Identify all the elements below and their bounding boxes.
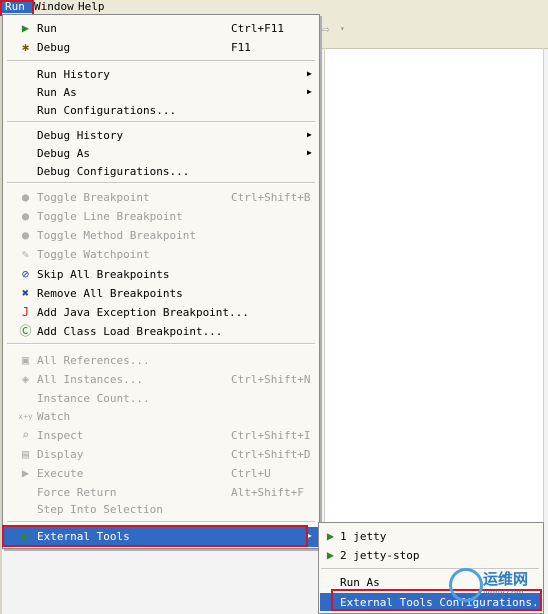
menu-item-toggle-method-breakpoint[interactable]: ● Toggle Method Breakpoint	[4, 226, 318, 245]
menu-item-run-history[interactable]: Run History ▶	[4, 65, 318, 84]
debug-bug-icon: ✱	[21, 40, 30, 54]
class-load-icon: Ⓒ	[19, 324, 32, 338]
external-tool-icon: ▶	[326, 548, 335, 562]
separator	[7, 182, 315, 184]
menu-item-add-class-load-breakpoint[interactable]: Ⓒ Add Class Load Breakpoint...	[4, 322, 318, 341]
menu-item-debug-configurations[interactable]: Debug Configurations...	[4, 162, 318, 181]
breakpoint-icon: ●	[21, 190, 30, 204]
menu-item-all-references[interactable]: ▣ All References...	[4, 351, 318, 370]
display-icon: ▤	[21, 447, 30, 461]
menu-window[interactable]: Window	[34, 1, 74, 13]
separator	[7, 521, 315, 523]
execute-icon: ▶	[21, 466, 30, 480]
watermark-circle-icon	[449, 568, 483, 602]
menu-item-toggle-breakpoint[interactable]: ● Toggle Breakpoint Ctrl+Shift+B	[4, 188, 318, 207]
highlight-box	[2, 525, 308, 547]
forward-arrow-icon[interactable]: ⇨	[322, 22, 329, 36]
separator	[7, 121, 315, 123]
chevron-down-icon[interactable]: ▾	[340, 24, 345, 33]
submenu-item-jetty[interactable]: ▶ 1 jetty	[320, 527, 542, 546]
method-breakpoint-icon: ●	[21, 228, 30, 242]
menu-item-watch[interactable]: x+y Watch	[4, 407, 318, 426]
line-breakpoint-icon: ●	[21, 209, 30, 223]
run-icon: ▶	[21, 21, 30, 35]
menu-item-run-as[interactable]: Run As ▶	[4, 83, 318, 102]
submenu-arrow-icon: ▶	[307, 148, 312, 157]
menu-help[interactable]: Help	[78, 1, 105, 13]
external-tool-icon: ▶	[326, 529, 335, 543]
menu-item-inspect[interactable]: ⌕ Inspect Ctrl+Shift+I	[4, 426, 318, 445]
menu-item-debug-history[interactable]: Debug History ▶	[4, 126, 318, 145]
menu-item-toggle-watchpoint[interactable]: ✎ Toggle Watchpoint	[4, 245, 318, 264]
menubar: Run Window Help	[0, 0, 548, 14]
watch-icon: x+y	[18, 412, 33, 421]
submenu-arrow-icon: ▶	[307, 87, 312, 96]
exception-breakpoint-icon: J	[21, 305, 30, 319]
submenu-arrow-icon: ▶	[307, 130, 312, 139]
submenu-arrow-icon: ▶	[307, 69, 312, 78]
menu-item-debug-as[interactable]: Debug As ▶	[4, 144, 318, 163]
separator	[7, 343, 315, 345]
menu-item-remove-all-breakpoints[interactable]: ✖ Remove All Breakpoints	[4, 284, 318, 303]
menu-item-run-configurations[interactable]: Run Configurations...	[4, 101, 318, 120]
instances-icon: ◈	[21, 372, 30, 386]
submenu-item-jetty-stop[interactable]: ▶ 2 jetty-stop	[320, 546, 542, 565]
remove-breakpoints-icon: ✖	[21, 286, 30, 300]
references-icon: ▣	[21, 353, 30, 367]
separator	[7, 60, 315, 62]
run-menu: ▶ Run Ctrl+F11 ✱ Debug F11 Run History ▶…	[2, 14, 320, 549]
menu-item-toggle-line-breakpoint[interactable]: ● Toggle Line Breakpoint	[4, 207, 318, 226]
magnifier-icon: ⌕	[21, 428, 30, 442]
menu-item-execute[interactable]: ▶ Execute Ctrl+U	[4, 464, 318, 483]
menu-item-run[interactable]: ▶ Run Ctrl+F11	[4, 19, 318, 38]
menu-item-add-java-exception-breakpoint[interactable]: J Add Java Exception Breakpoint...	[4, 303, 318, 322]
menu-item-instance-count[interactable]: Instance Count...	[4, 389, 318, 408]
menu-item-debug[interactable]: ✱ Debug F11	[4, 38, 318, 57]
watermark-logo: 运维网 iyunv.com	[449, 566, 545, 612]
toolbar	[320, 14, 548, 49]
skip-breakpoints-icon: ⊘	[21, 267, 30, 281]
watchpoint-icon: ✎	[21, 247, 30, 261]
menu-item-all-instances[interactable]: ◈ All Instances... Ctrl+Shift+N	[4, 370, 318, 389]
menu-item-display[interactable]: ▤ Display Ctrl+Shift+D	[4, 445, 318, 464]
menu-item-skip-all-breakpoints[interactable]: ⊘ Skip All Breakpoints	[4, 265, 318, 284]
menu-item-step-into-selection[interactable]: Step Into Selection	[4, 500, 318, 519]
